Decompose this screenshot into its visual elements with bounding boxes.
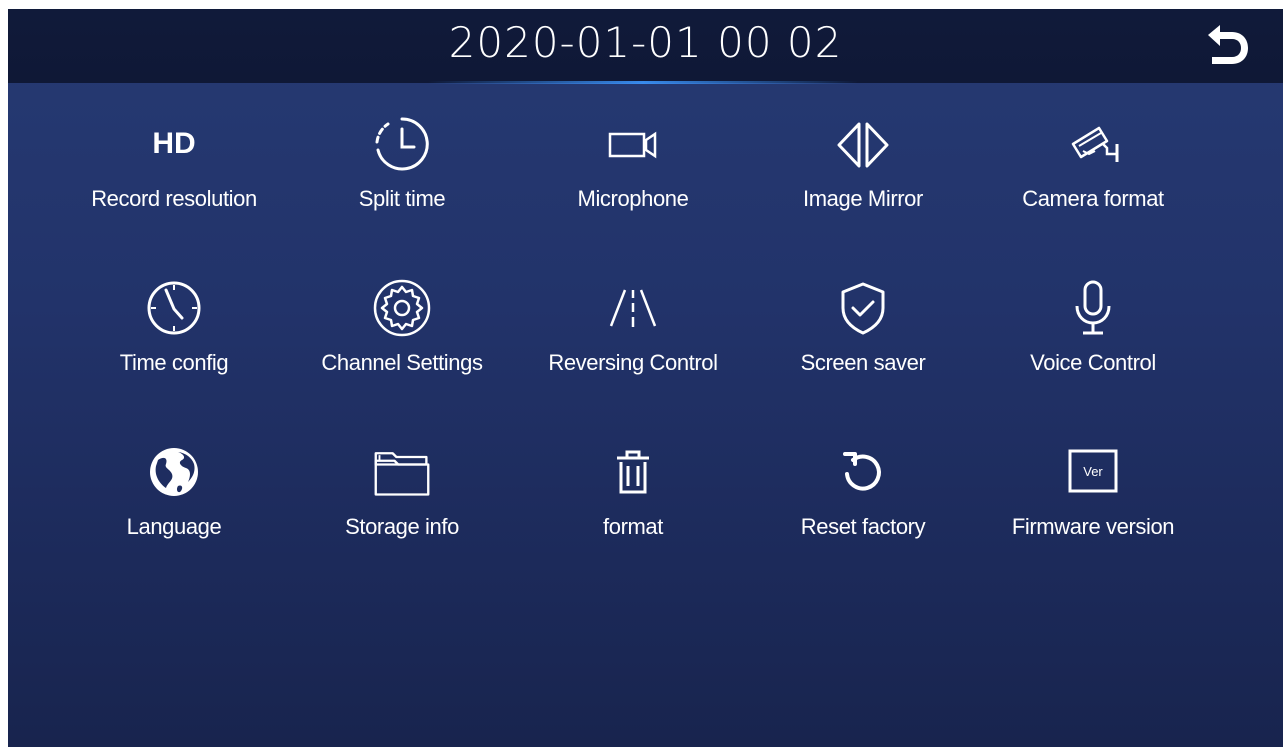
menu-item-label: Record resolution — [91, 186, 257, 211]
trash-icon — [603, 442, 663, 502]
menu-item-microphone[interactable]: Microphone — [518, 114, 748, 234]
video-camera-icon — [603, 114, 663, 174]
menu-item-record-resolution[interactable]: HD Record resolution — [59, 114, 289, 234]
reset-icon — [833, 442, 893, 502]
shield-check-icon — [833, 278, 893, 338]
menu-item-reversing-control[interactable]: Reversing Control — [518, 278, 748, 398]
menu-item-label: Screen saver — [800, 350, 926, 375]
menu-item-channel-settings[interactable]: Channel Settings — [287, 278, 517, 398]
gear-icon — [372, 278, 432, 338]
datetime-display: 2020-01-01 00 02 — [448, 18, 843, 67]
hd-icon: HD — [152, 127, 196, 160]
folder-icon — [372, 442, 432, 502]
menu-item-language[interactable]: Language — [59, 442, 289, 562]
menu-item-firmware-version[interactable]: Ver Firmware version — [978, 442, 1208, 562]
menu-item-storage-info[interactable]: Storage info — [287, 442, 517, 562]
menu-item-label: format — [603, 514, 663, 539]
menu-item-label: Camera format — [1022, 186, 1164, 211]
mirror-arrows-icon — [833, 114, 893, 174]
globe-icon — [144, 442, 204, 502]
return-arrow-icon — [1208, 25, 1248, 64]
clock-split-icon — [372, 114, 432, 174]
menu-item-label: Storage info — [345, 514, 459, 539]
menu-item-time-config[interactable]: Time config — [59, 278, 289, 398]
settings-screen: 2020-01-01 00 02 HD Record resolution Sp… — [8, 9, 1283, 747]
menu-item-screen-saver[interactable]: Screen saver — [748, 278, 978, 398]
menu-item-label: Voice Control — [1030, 350, 1156, 375]
menu-item-label: Language — [126, 514, 222, 539]
menu-item-camera-format[interactable]: Camera format — [978, 114, 1208, 234]
menu-item-image-mirror[interactable]: Image Mirror — [748, 114, 978, 234]
menu-item-label: Image Mirror — [803, 186, 923, 211]
microphone-icon — [1063, 278, 1123, 338]
menu-item-label: Reversing Control — [548, 350, 718, 375]
cctv-camera-icon — [1063, 114, 1123, 174]
menu-item-format[interactable]: format — [518, 442, 748, 562]
clock-icon — [144, 278, 204, 338]
menu-item-split-time[interactable]: Split time — [287, 114, 517, 234]
top-bar: 2020-01-01 00 02 — [8, 9, 1283, 83]
menu-item-label: Firmware version — [1011, 514, 1175, 539]
menu-item-label: Reset factory — [800, 514, 926, 539]
topbar-accent-line — [428, 81, 858, 84]
menu-item-reset-factory[interactable]: Reset factory — [748, 442, 978, 562]
version-icon: Ver — [1063, 442, 1123, 502]
back-button[interactable] — [1198, 21, 1254, 71]
road-lanes-icon — [603, 278, 663, 338]
menu-item-label: Time config — [119, 350, 229, 375]
menu-item-voice-control[interactable]: Voice Control — [978, 278, 1208, 398]
menu-item-label: Split time — [358, 186, 446, 211]
menu-item-label: Microphone — [577, 186, 689, 211]
menu-item-label: Channel Settings — [321, 350, 483, 375]
